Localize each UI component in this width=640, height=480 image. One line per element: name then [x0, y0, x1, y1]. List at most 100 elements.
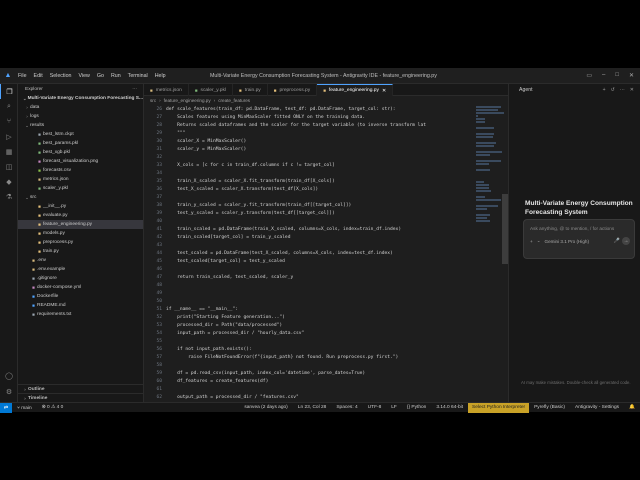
close-tab-icon[interactable]: ✕	[382, 88, 386, 94]
branch-indicator[interactable]: ⑂ main	[12, 405, 37, 411]
tree-file[interactable]: ■ feature_engineering.py	[18, 220, 143, 229]
more-actions-icon[interactable]: ···	[132, 87, 137, 92]
testing-icon[interactable]: ⚗	[0, 189, 18, 204]
close-icon[interactable]: ✕	[630, 87, 634, 93]
search-icon[interactable]: ⌕	[0, 99, 18, 114]
line-number: 42	[156, 234, 162, 240]
editor-tab[interactable]: ■ feature_engineering.py ✕	[317, 84, 394, 96]
tree-file[interactable]: ■ evaluate.py	[18, 211, 143, 220]
explorer-icon[interactable]: ❐	[0, 84, 18, 99]
close-icon[interactable]: ✕	[629, 72, 634, 79]
more-actions-icon[interactable]: ···	[620, 87, 625, 93]
cursor-position[interactable]: Ln 23, Col 28	[293, 405, 332, 410]
tree-file[interactable]: ■ preprocess.py	[18, 238, 143, 247]
run-debug-icon[interactable]: ▷	[0, 129, 18, 144]
tree-file[interactable]: ■ __init__.py	[18, 202, 143, 211]
end-of-line[interactable]: LF	[386, 405, 402, 410]
menu-help[interactable]: Help	[155, 73, 166, 79]
agent-input-box[interactable]: Ask anything, @ to mention, / for action…	[523, 219, 635, 259]
tree-file[interactable]: ■ best_params.pkl	[18, 139, 143, 148]
send-icon[interactable]: →	[622, 237, 630, 245]
menu-go[interactable]: Go	[97, 73, 104, 79]
remote-icon[interactable]: ◫	[0, 159, 18, 174]
minimap-line	[476, 199, 502, 201]
tree-file[interactable]: ■ train.py	[18, 247, 143, 256]
line-number: 27	[156, 114, 162, 120]
line-number: 54	[156, 330, 162, 336]
menu-view[interactable]: View	[78, 73, 89, 79]
indentation[interactable]: Spaces: 4	[331, 405, 362, 410]
editor-tab[interactable]: ■ train.py	[233, 84, 268, 96]
minimize-icon[interactable]: –	[602, 72, 605, 79]
file-icon: ■	[32, 285, 35, 290]
python-version[interactable]: 3.14.0 64-bit	[431, 405, 468, 410]
tree-file[interactable]: ■ forecasts.csv	[18, 166, 143, 175]
tree-file[interactable]: ■ models.py	[18, 229, 143, 238]
maximize-icon[interactable]: □	[615, 72, 619, 79]
python-icon[interactable]: ◆	[0, 174, 18, 189]
extensions-icon[interactable]: ▦	[0, 144, 18, 159]
menu-edit[interactable]: Edit	[34, 73, 43, 79]
tree-file[interactable]: ■ requirements.txt	[18, 310, 143, 319]
tree-file[interactable]: ■ Dockerfile	[18, 292, 143, 301]
tree-file[interactable]: ■ forecast_visualization.png	[18, 157, 143, 166]
settings-status[interactable]: Antigravity - Settings	[570, 405, 624, 410]
language-mode[interactable]: {} Python	[402, 405, 431, 410]
timeline-section[interactable]: › Timeline	[18, 393, 143, 402]
menu-run[interactable]: Run	[111, 73, 121, 79]
tree-file[interactable]: ■ best_xgb.pkl	[18, 148, 143, 157]
code-editor[interactable]: 26 def scale_features(train_df: pd.DataFr…	[144, 105, 508, 402]
tree-item-label: results	[30, 123, 45, 128]
select-interpreter-button[interactable]: Select Python Interpreter	[468, 402, 530, 413]
breadcrumb-file[interactable]: feature_engineering.py	[164, 98, 211, 103]
account-icon[interactable]: ◯	[0, 368, 18, 383]
workspace-root[interactable]: ⌄ Multi-Variate Energy Consumption Forec…	[18, 94, 143, 103]
editor-tab[interactable]: ■ preprocess.py	[268, 84, 318, 96]
remote-indicator-icon[interactable]: ⇄	[0, 402, 12, 413]
tree-folder[interactable]: ⌄ results	[18, 121, 143, 130]
tree-item-label: evaluate.py	[43, 213, 68, 218]
tree-file[interactable]: ■ metrics.json	[18, 175, 143, 184]
tree-folder[interactable]: › logs	[18, 112, 143, 121]
timeline-label: Timeline	[28, 395, 48, 401]
tree-file[interactable]: ■ best_lstm.ckpt	[18, 130, 143, 139]
problems-indicator[interactable]: ⊗ 0 ⚠ 4 0	[37, 405, 69, 410]
blame-indicator[interactable]: sanvea (2 days ago)	[239, 405, 292, 410]
settings-gear-icon[interactable]: ⚙	[0, 384, 18, 399]
tree-file[interactable]: ■ .env.example	[18, 265, 143, 274]
agent-input-placeholder[interactable]: Ask anything, @ to mention, / for action…	[530, 226, 614, 231]
window-title: Multi-Variate Energy Consumption Forecas…	[210, 73, 437, 79]
breadcrumb-src[interactable]: src	[150, 98, 156, 103]
layout-icon[interactable]: ▭	[586, 72, 592, 79]
pyrefly-status[interactable]: Pyrefly (Basic)	[529, 405, 570, 410]
menu-selection[interactable]: Selection	[50, 73, 72, 79]
add-icon[interactable]: +	[603, 87, 606, 93]
tree-file[interactable]: ■ scaler_y.pkl	[18, 184, 143, 193]
tree-file[interactable]: ■ .env	[18, 256, 143, 265]
tree-file[interactable]: ■ docker-compose.yml	[18, 283, 143, 292]
add-context-icon[interactable]: +	[530, 239, 533, 244]
menu-file[interactable]: File	[18, 73, 27, 79]
encoding[interactable]: UTF-8	[363, 405, 387, 410]
tree-item-label: README.md	[37, 303, 66, 308]
source-control-icon[interactable]: ⑂	[0, 114, 18, 129]
model-selector[interactable]: + ⌄ Gemini 3.1 Pro (High)	[530, 238, 589, 244]
file-icon: ■	[194, 87, 198, 93]
tree-folder[interactable]: › data	[18, 103, 143, 112]
breadcrumb-symbol[interactable]: create_features	[218, 98, 250, 103]
code-line: 59 df = pd.read_csv(input_path, index_co…	[144, 369, 508, 377]
outline-section[interactable]: › Outline	[18, 384, 143, 393]
explorer-header: Explorer ···	[18, 84, 143, 94]
mic-icon[interactable]: 🎤	[614, 238, 620, 244]
notifications-icon[interactable]: 🔔	[624, 405, 640, 410]
history-icon[interactable]: ↺	[611, 87, 615, 93]
line-number: 41	[156, 226, 162, 232]
editor-tab[interactable]: ■ metrics.json	[144, 84, 189, 96]
tree-folder[interactable]: ⌄ src	[18, 193, 143, 202]
minimap-line	[476, 190, 491, 192]
tree-file[interactable]: ■ README.md	[18, 301, 143, 310]
menu-terminal[interactable]: Terminal	[128, 73, 148, 79]
line-number: 40	[156, 218, 162, 224]
editor-tab[interactable]: ■ scaler_y.pkl	[189, 84, 233, 96]
tree-file[interactable]: ■ .gitignore	[18, 274, 143, 283]
